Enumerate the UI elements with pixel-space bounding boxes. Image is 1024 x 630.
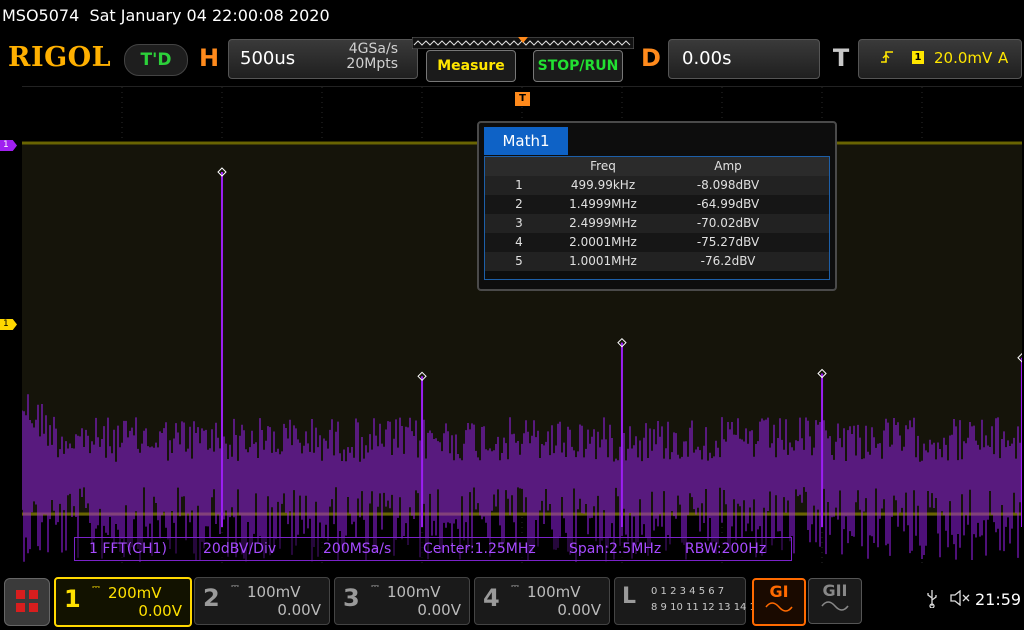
- row-freq: 2.4999MHz: [569, 216, 637, 230]
- delay-value: 0.00s: [682, 48, 732, 69]
- row-index: 5: [515, 254, 523, 268]
- main-menu-button[interactable]: [4, 578, 50, 626]
- sine-wave-icon: [765, 602, 793, 612]
- row-freq: 499.99kHz: [570, 178, 636, 192]
- trigger-label[interactable]: T: [826, 39, 856, 77]
- row-amp: -64.99dBV: [696, 197, 760, 211]
- row-freq: 1.0001MHz: [569, 254, 637, 268]
- freq-header: Freq: [590, 159, 616, 173]
- trigger-mode: A: [998, 49, 1009, 67]
- channel-number: 1: [64, 585, 81, 613]
- measure-button[interactable]: Measure: [426, 50, 516, 82]
- trigger-source-badge: 1: [912, 51, 924, 64]
- channel-scale: 100mV: [387, 583, 441, 601]
- dc-coupling-icon: ⎓: [231, 581, 239, 592]
- fft-center: Center:1.25MHz: [423, 541, 536, 557]
- trigger-level: 20.0mV: [934, 49, 993, 67]
- row-amp: -70.02dBV: [696, 216, 760, 230]
- table-row: 1 499.99kHz -8.098dBV: [485, 176, 829, 195]
- dc-coupling-icon: ⎓: [92, 582, 100, 593]
- usb-icon: [926, 590, 938, 612]
- model-name: MSO5074: [2, 6, 80, 25]
- row-amp: -76.2dBV: [700, 254, 756, 268]
- system-clock: 21:59: [975, 590, 1022, 609]
- channel-offset: 0.00V: [277, 601, 321, 619]
- fft-source: 1 FFT(CH1): [89, 541, 167, 557]
- amp-header: Amp: [714, 159, 742, 173]
- peak-table: Freq Amp 1 499.99kHz -8.098dBV 2 1.4999M…: [484, 156, 830, 280]
- channel-offset: 0.00V: [417, 601, 461, 619]
- generator1-button[interactable]: GI: [752, 578, 806, 626]
- row-amp: -75.27dBV: [696, 235, 760, 249]
- row-index: 4: [515, 235, 523, 249]
- grid-menu-icon: [16, 590, 38, 612]
- channel-scale: 100mV: [527, 583, 581, 601]
- ch1-offset-marker[interactable]: 1: [0, 319, 17, 330]
- ch2-panel[interactable]: 2 ⎓ 100mV 0.00V: [194, 577, 330, 625]
- td-mode-badge[interactable]: T'D: [124, 44, 188, 76]
- row-freq: 1.4999MHz: [569, 197, 637, 211]
- row-freq: 2.0001MHz: [569, 235, 637, 249]
- status-title: MSO5074 Sat January 04 22:00:08 2020: [2, 6, 330, 25]
- rigol-logo: RIGOL: [8, 42, 112, 73]
- table-row: 2 1.4999MHz -64.99dBV: [485, 195, 829, 214]
- fft-rbw: RBW:200Hz: [685, 541, 767, 557]
- fft-info-bar[interactable]: 1 FFT(CH1) 20dBV/Div 200MSa/s Center:1.2…: [74, 537, 792, 561]
- table-row: 5 1.0001MHz -76.2dBV: [485, 252, 829, 271]
- trigger-position-bar: [412, 37, 634, 49]
- ch3-panel[interactable]: 3 ⎓ 100mV 0.00V: [334, 577, 470, 625]
- timebase-value: 500us: [240, 48, 296, 69]
- logic-channels-row1: 0 1 2 3 4 5 6 7: [651, 586, 725, 597]
- row-index: 1: [515, 178, 523, 192]
- logic-label: L: [622, 584, 637, 609]
- generator2-button[interactable]: GII: [808, 578, 862, 624]
- ch4-panel[interactable]: 4 ⎓ 100mV 0.00V: [474, 577, 610, 625]
- fft-span: Span:2.5MHz: [569, 541, 662, 557]
- datetime: Sat January 04 22:00:08 2020: [89, 6, 330, 25]
- row-index: 2: [515, 197, 523, 211]
- horizontal-label[interactable]: H: [194, 39, 224, 77]
- channel-scale: 100mV: [247, 583, 301, 601]
- fft-scale: 20dBV/Div: [203, 541, 277, 557]
- channel-number: 2: [203, 584, 220, 612]
- sample-rate: 4GSa/s: [348, 41, 398, 57]
- channel-scale: 200mV: [108, 584, 162, 602]
- dc-coupling-icon: ⎓: [371, 581, 379, 592]
- stop-run-button[interactable]: STOP/RUN: [533, 50, 623, 82]
- generator2-label: GII: [822, 581, 848, 600]
- generator1-label: GI: [769, 582, 789, 601]
- sine-wave-icon: [821, 601, 849, 611]
- rising-edge-icon: [880, 50, 894, 68]
- channel-offset: 0.00V: [138, 602, 182, 620]
- row-amp: -8.098dBV: [696, 178, 760, 192]
- speaker-muted-icon[interactable]: [950, 589, 970, 610]
- table-row: 4 2.0001MHz -75.27dBV: [485, 233, 829, 252]
- table-row: 3 2.4999MHz -70.02dBV: [485, 214, 829, 233]
- fft-rate: 200MSa/s: [323, 541, 392, 557]
- delay-label[interactable]: D: [636, 39, 666, 77]
- math-channel-marker[interactable]: 1: [0, 140, 17, 151]
- channel-number: 4: [483, 584, 500, 612]
- table-header: Freq Amp: [485, 157, 829, 176]
- math-tab[interactable]: Math1: [484, 127, 568, 155]
- logic-channels-row2: 8 9 10 11 12 13 14 15: [651, 602, 763, 613]
- ch1-panel[interactable]: 1 ⎓ 200mV 0.00V: [54, 577, 192, 627]
- dc-coupling-icon: ⎓: [511, 581, 519, 592]
- channel-offset: 0.00V: [557, 601, 601, 619]
- memory-depth: 20Mpts: [346, 56, 398, 72]
- row-index: 3: [515, 216, 523, 230]
- sample-rate-info: 4GSa/s 20Mpts: [318, 42, 398, 72]
- trigger-marker[interactable]: T: [515, 92, 530, 106]
- channel-number: 3: [343, 584, 360, 612]
